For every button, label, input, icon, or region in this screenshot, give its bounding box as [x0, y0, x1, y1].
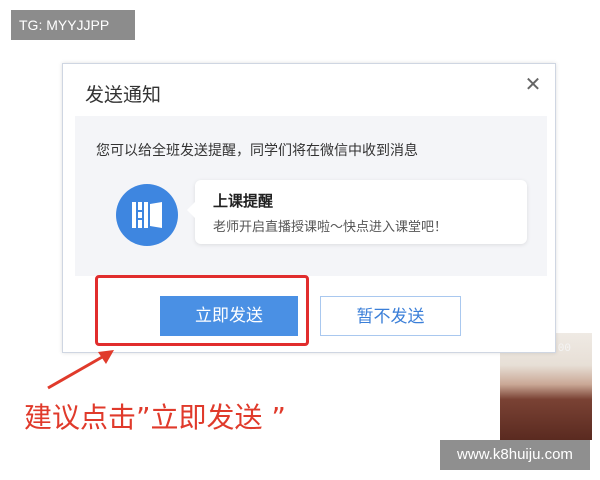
dialog-body: 您可以给全班发送提醒，同学们将在微信中收到消息 上课提醒 老师开启直播授课啦～快… [75, 116, 547, 276]
dialog-description: 您可以给全班发送提醒，同学们将在微信中收到消息 [96, 143, 418, 159]
notice-preview-bubble: 上课提醒 老师开启直播授课啦～快点进入课堂吧！ [187, 180, 527, 244]
app-logo-icon [116, 184, 178, 246]
notice-title: 上课提醒 [213, 192, 274, 210]
dialog-title: 发送通知 [85, 84, 162, 106]
notice-text: 老师开启直播授课啦～快点进入课堂吧！ [213, 220, 448, 235]
watermark-bottom-right: www.k8huiju.com [440, 440, 590, 470]
watermark-top-left: TG: MYYJJPP [11, 10, 135, 40]
arrow-icon [47, 350, 114, 390]
highlight-box [95, 275, 309, 346]
close-icon[interactable]: ✕ [521, 72, 545, 96]
annotation-text: 建议点击”立即发送 ” [24, 401, 286, 434]
send-later-button[interactable]: 暂不发送 [320, 296, 461, 336]
app-logo-glyph [132, 202, 162, 228]
